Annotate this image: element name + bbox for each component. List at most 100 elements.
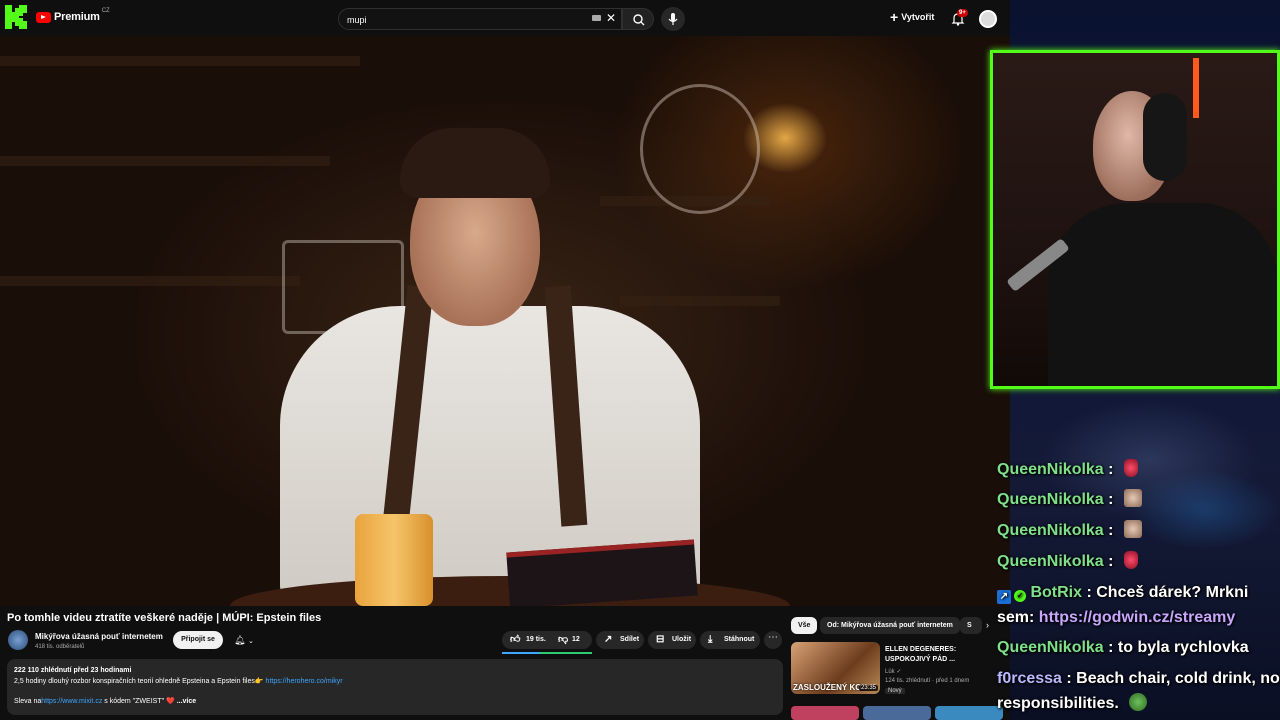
chat-separator: : bbox=[1061, 670, 1072, 687]
chat-message: f0rcessa : Beach chair, cold drink, no bbox=[997, 666, 1280, 691]
recommended-thumbnail[interactable]: ZASLOUŽENÝ KO 23:35 bbox=[791, 642, 880, 694]
premium-label: Premium bbox=[54, 11, 100, 23]
chat-link[interactable]: https://godwin.cz/streamy bbox=[1039, 609, 1235, 626]
heart-emote-icon bbox=[1123, 551, 1138, 569]
description-box[interactable]: 222 110 zhlédnutí před 23 hodinami 2,5 h… bbox=[7, 659, 783, 715]
description-text: s kódem "ZWEIST" ❤️ bbox=[102, 698, 175, 705]
thumbnail-caption: ZASLOUŽENÝ KO bbox=[793, 683, 862, 692]
share-button[interactable]: ↗ Sdílet bbox=[596, 631, 644, 649]
download-label: Stáhnout bbox=[724, 636, 755, 643]
stamp-overlay bbox=[640, 84, 760, 214]
like-button[interactable]: 👍︎ 19 tis. bbox=[502, 631, 552, 649]
join-button[interactable]: Připojit se bbox=[173, 631, 223, 649]
chat-separator: : bbox=[1082, 584, 1092, 601]
search-button[interactable] bbox=[622, 8, 654, 30]
chat-text: Chceš dárek? Mrkni bbox=[1091, 584, 1249, 601]
description-link[interactable]: https://herohero.co/mikyr bbox=[266, 678, 343, 685]
create-button[interactable]: + Vytvořit bbox=[890, 10, 934, 24]
recommended-thumbnail[interactable] bbox=[863, 706, 931, 720]
description-text: 2,5 hodiny dlouhý rozbor konspiračních t… bbox=[14, 678, 264, 685]
chat-separator: : bbox=[1103, 461, 1114, 478]
verified-badge-icon: ✓ bbox=[1014, 590, 1026, 602]
streamer-body bbox=[1048, 203, 1277, 386]
video-player[interactable] bbox=[0, 36, 1010, 606]
chip-all[interactable]: Vše bbox=[791, 617, 818, 634]
save-icon: ⊟ bbox=[656, 634, 665, 645]
presenter-hair bbox=[400, 128, 550, 198]
view-meta: 222 110 zhlédnutí před 23 hodinami bbox=[14, 667, 132, 674]
youtube-window: Premium CZ mupi ✕ + Vytvořit 9+ Po tomhl… bbox=[0, 0, 1010, 720]
avatar-icon[interactable] bbox=[979, 10, 997, 28]
download-icon: ⤓ bbox=[708, 634, 713, 645]
heart-emote-icon bbox=[1123, 459, 1138, 477]
notification-badge: 9+ bbox=[957, 9, 968, 17]
face-emote-icon bbox=[1123, 520, 1142, 538]
plus-icon: + bbox=[890, 9, 899, 25]
chat-text: Beach chair, cold drink, no bbox=[1071, 670, 1280, 687]
new-badge: Nový bbox=[885, 688, 905, 694]
bookshelf-decor bbox=[0, 56, 360, 66]
pepe-emote-icon bbox=[1129, 693, 1148, 711]
share-icon: ↗ bbox=[604, 634, 613, 645]
youtube-logo-icon bbox=[36, 11, 51, 23]
chat-message-continued: responsibilities. bbox=[997, 691, 1148, 716]
chevron-down-icon: ⌄ bbox=[247, 638, 254, 645]
search-value: mupi bbox=[347, 15, 367, 25]
top-bar: Premium CZ mupi ✕ + Vytvořit 9+ bbox=[0, 0, 1010, 36]
chat-separator: : bbox=[1103, 522, 1114, 539]
lamp-decor bbox=[1193, 58, 1199, 118]
video-title: Po tomhle videu ztratíte veškeré naděje … bbox=[7, 612, 322, 624]
webcam-frame bbox=[990, 50, 1280, 389]
description-link[interactable]: https://www.mixit.cz bbox=[41, 698, 102, 705]
jar bbox=[355, 514, 433, 606]
chat-username: QueenNikolka bbox=[997, 639, 1104, 656]
clear-icon[interactable]: ✕ bbox=[606, 12, 616, 24]
chat-separator: : bbox=[1103, 553, 1114, 570]
like-count: 19 tis. bbox=[526, 636, 546, 643]
like-ratio-bar bbox=[502, 652, 592, 654]
recommended-title[interactable]: ELLEN DEGENERES: USPOKOJIVÝ PÁD ... bbox=[885, 645, 995, 665]
bookshelf-decor bbox=[0, 276, 300, 286]
kick-logo-icon[interactable] bbox=[5, 5, 27, 29]
description-text: Sleva na bbox=[14, 698, 42, 705]
chat-message-continued: sem: https://godwin.cz/streamy bbox=[997, 605, 1235, 630]
show-more-link[interactable]: ...více bbox=[177, 698, 196, 705]
search-input[interactable]: mupi bbox=[338, 8, 622, 30]
channel-name[interactable]: Mikýřova úžasná pouť internetem bbox=[35, 632, 163, 641]
more-icon[interactable]: ⋯ bbox=[764, 631, 782, 649]
background-glow bbox=[1130, 470, 1280, 550]
voice-search-button[interactable] bbox=[661, 7, 685, 31]
mic-icon bbox=[668, 13, 678, 25]
recommended-thumbnail[interactable] bbox=[791, 706, 859, 720]
headset bbox=[1143, 93, 1187, 181]
chat-username: QueenNikolka bbox=[997, 461, 1104, 478]
download-button[interactable]: ⤓ Stáhnout bbox=[700, 631, 760, 649]
chip-from-channel[interactable]: Od: Mikýřova úžasná pouť internetem bbox=[820, 617, 960, 634]
description-line: Sleva nahttps://www.mixit.cz s kódem "ZW… bbox=[14, 696, 776, 707]
chat-username: QueenNikolka bbox=[997, 553, 1104, 570]
save-button[interactable]: ⊟ Uložit bbox=[648, 631, 696, 649]
channel-avatar[interactable] bbox=[8, 630, 28, 650]
chat-username: QueenNikolka bbox=[997, 522, 1104, 539]
chat-message: QueenNikolka : bbox=[997, 549, 1138, 574]
description-line: 2,5 hodiny dlouhý rozbor konspiračních t… bbox=[14, 676, 776, 687]
subscription-bell-button[interactable]: 🔔︎ ⌄ bbox=[230, 631, 266, 649]
chat-username: BotRix bbox=[1030, 584, 1083, 601]
keyboard-icon[interactable] bbox=[592, 15, 601, 21]
chat-message: QueenNikolka : to byla rychlovka bbox=[997, 635, 1249, 660]
recommended-meta: 124 tis. zhlédnutí · před 1 dnem bbox=[885, 678, 970, 684]
region-code: CZ bbox=[101, 8, 110, 14]
dislike-icon: 👎︎ bbox=[558, 634, 569, 645]
chat-username: f0rcessa bbox=[997, 670, 1062, 687]
chevron-right-icon[interactable]: › bbox=[986, 620, 989, 630]
recommended-channel[interactable]: Lük ✓ bbox=[885, 668, 901, 675]
dislike-button[interactable]: 👎︎ 12 bbox=[552, 631, 592, 649]
youtube-logo[interactable]: Premium CZ bbox=[36, 8, 110, 23]
bell-icon: 🔔︎ bbox=[234, 635, 246, 645]
recommended-thumbnail[interactable] bbox=[935, 706, 1003, 720]
chip-partial[interactable]: S bbox=[960, 617, 982, 634]
bookshelf-decor bbox=[0, 156, 330, 166]
chat-text: to byla rychlovka bbox=[1113, 639, 1249, 656]
share-label: Sdílet bbox=[620, 636, 640, 643]
like-icon: 👍︎ bbox=[510, 634, 521, 645]
